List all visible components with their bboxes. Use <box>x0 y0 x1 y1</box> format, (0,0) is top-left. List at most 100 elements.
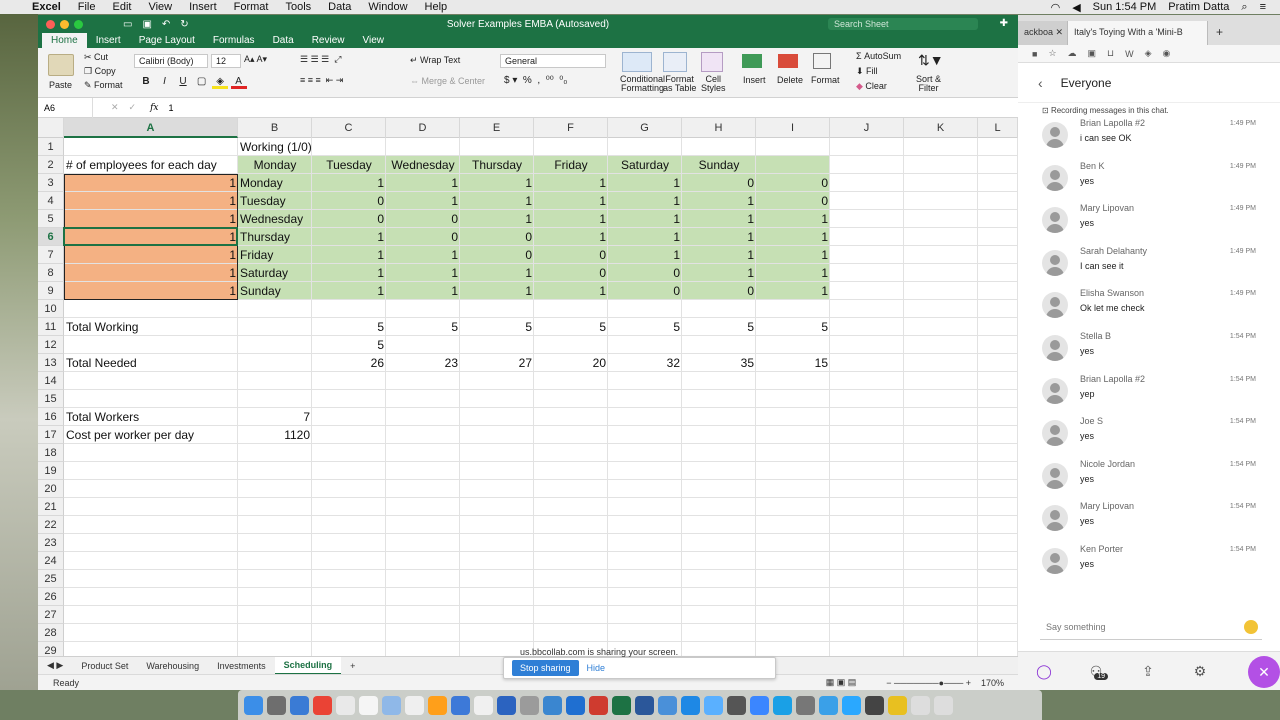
day-label-cell[interactable]: Saturday <box>238 264 312 282</box>
day-label-cell[interactable]: Monday <box>238 174 312 192</box>
copy-button[interactable]: ❐ Copy <box>84 66 116 77</box>
dock-app-icon[interactable] <box>428 695 447 715</box>
row-header-19[interactable]: 19 <box>38 462 64 480</box>
row-header-27[interactable]: 27 <box>38 606 64 624</box>
sort-filter-icon[interactable]: ⇅▼ <box>918 52 944 69</box>
row-header-23[interactable]: 23 <box>38 534 64 552</box>
row-header-8[interactable]: 8 <box>38 264 64 282</box>
dock-app-icon[interactable] <box>865 695 884 715</box>
avatar-icon[interactable] <box>1042 462 1068 489</box>
bold-icon[interactable]: B <box>138 75 154 89</box>
tab-formulas[interactable]: Formulas <box>204 33 264 48</box>
matrix-cell[interactable]: 1 <box>386 246 460 264</box>
clear-button[interactable]: ◆ Clear <box>856 81 887 92</box>
matrix-cell[interactable]: 1 <box>534 192 608 210</box>
format-cells-button[interactable]: Format <box>811 75 840 85</box>
cell-styles-button[interactable]: Cell Styles <box>701 75 726 93</box>
avatar-icon[interactable] <box>1042 249 1068 276</box>
ext3-icon[interactable]: W <box>1125 49 1134 59</box>
tab-page-layout[interactable]: Page Layout <box>130 33 204 48</box>
matrix-cell[interactable]: 1 <box>608 228 682 246</box>
paste-button[interactable]: Paste <box>49 80 72 90</box>
dock-app-icon[interactable] <box>290 695 309 715</box>
day-label-cell[interactable]: Tuesday <box>238 192 312 210</box>
column-header-g[interactable]: G <box>608 118 682 138</box>
matrix-cell[interactable]: 0 <box>386 228 460 246</box>
underline-icon[interactable]: U <box>175 75 191 89</box>
row-header-17[interactable]: 17 <box>38 426 64 444</box>
matrix-cell[interactable]: 0 <box>460 228 534 246</box>
confirm-formula-icon[interactable]: ✓ <box>129 102 137 113</box>
cart-icon[interactable]: ⊔ <box>1107 48 1114 59</box>
matrix-cell[interactable]: 0 <box>312 192 386 210</box>
day-header-cell[interactable]: Thursday <box>460 156 534 174</box>
day-header-cell[interactable]: Friday <box>534 156 608 174</box>
matrix-cell[interactable]: 1 <box>460 210 534 228</box>
format-as-table-icon[interactable] <box>663 52 687 72</box>
total-working-cell[interactable]: 5 <box>682 318 756 336</box>
row-header-28[interactable]: 28 <box>38 624 64 642</box>
matrix-cell[interactable]: 1 <box>608 174 682 192</box>
spreadsheet-grid[interactable]: ABCDEFGHIJKL 1 2 3 4 5 6 7 8 9 10 11 12 13 14 15 16 17 18… <box>38 118 1018 669</box>
column-header-h[interactable]: H <box>682 118 756 138</box>
cells-area[interactable]: Working (1/0) # of employees for each day… <box>63 138 1018 669</box>
autosum-button[interactable]: Σ AutoSum <box>856 51 901 61</box>
dock-app-icon[interactable] <box>589 695 608 715</box>
fill-button[interactable]: ⬇ Fill <box>856 66 878 77</box>
matrix-cell[interactable]: 0 <box>534 264 608 282</box>
day-label-cell[interactable]: Thursday <box>238 228 312 246</box>
matrix-cell[interactable]: 0 <box>312 210 386 228</box>
browser-tab-article[interactable]: Italy's Toying With a 'Mini-B <box>1068 21 1208 45</box>
dock-app-icon[interactable] <box>842 695 861 715</box>
search-sheet-input[interactable]: Search Sheet <box>828 18 978 30</box>
dock-app-icon[interactable] <box>520 695 539 715</box>
dock-app-icon[interactable] <box>566 695 585 715</box>
dock-app-icon[interactable] <box>888 695 907 715</box>
dock-app-icon[interactable] <box>612 695 631 715</box>
total-working-cell[interactable]: 5 <box>312 318 386 336</box>
matrix-cell[interactable]: 1 <box>386 192 460 210</box>
dock-app-icon[interactable] <box>267 695 286 715</box>
day-label-cell[interactable]: Sunday <box>238 282 312 300</box>
cost-cell[interactable]: 1120 <box>238 426 312 444</box>
format-cells-icon[interactable] <box>813 53 831 69</box>
day-header-cell[interactable]: Tuesday <box>312 156 386 174</box>
dock-app-icon[interactable] <box>313 695 332 715</box>
menu-help[interactable]: Help <box>425 1 457 13</box>
dock-app-icon[interactable] <box>727 695 746 715</box>
close-panel-icon[interactable]: ✕ <box>1248 656 1280 688</box>
ext4-icon[interactable]: ◈ <box>1145 48 1152 59</box>
total-working-cell[interactable]: 5 <box>756 318 830 336</box>
menu-insert[interactable]: Insert <box>189 1 226 13</box>
matrix-cell[interactable]: 1 <box>756 210 830 228</box>
share-content-icon[interactable]: ⇪ <box>1122 663 1174 680</box>
matrix-cell[interactable]: 1 <box>534 282 608 300</box>
day-label-cell[interactable]: Wednesday <box>238 210 312 228</box>
total-needed-cell[interactable]: 15 <box>756 354 830 372</box>
matrix-cell[interactable]: 1 <box>386 282 460 300</box>
dock-app-icon[interactable] <box>474 695 493 715</box>
matrix-cell[interactable]: 0 <box>608 282 682 300</box>
chat-input[interactable]: Say something <box>1040 614 1262 640</box>
align-top-icons[interactable]: ☰ ☰ ☰ ⤢ <box>300 54 360 65</box>
total-working-label[interactable]: Total Working <box>64 318 238 336</box>
star-icon[interactable]: ☆ <box>1048 48 1056 59</box>
day-header-cell[interactable]: Monday <box>238 156 312 174</box>
number-format-select[interactable]: General <box>500 54 606 68</box>
total-working-cell[interactable]: 5 <box>608 318 682 336</box>
ext2-icon[interactable]: ▣ <box>1088 48 1097 59</box>
total-needed-label[interactable]: Total Needed <box>64 354 238 372</box>
matrix-cell[interactable]: 1 <box>534 210 608 228</box>
sheet-tab-warehousing[interactable]: Warehousing <box>137 661 208 671</box>
row-header-9[interactable]: 9 <box>38 282 64 300</box>
day-label-cell[interactable]: Friday <box>238 246 312 264</box>
row-header-11[interactable]: 11 <box>38 318 64 336</box>
row-header-3[interactable]: 3 <box>38 174 64 192</box>
matrix-cell[interactable]: 1 <box>386 174 460 192</box>
matrix-cell[interactable]: 1 <box>756 246 830 264</box>
matrix-cell[interactable]: 1 <box>682 210 756 228</box>
row-header-2[interactable]: 2 <box>38 156 64 174</box>
cancel-formula-icon[interactable]: ✕ <box>111 102 119 113</box>
column-header-a[interactable]: A <box>64 118 238 138</box>
matrix-cell[interactable]: 1 <box>460 282 534 300</box>
